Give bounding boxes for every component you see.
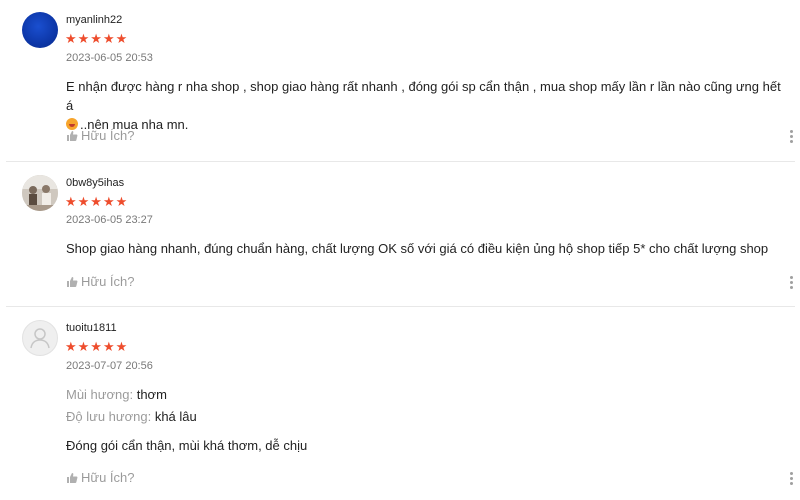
review-comment: Shop giao hàng nhanh, đúng chuẩn hàng, c… <box>66 241 769 256</box>
username[interactable]: 0bw8y5ihas <box>66 177 124 189</box>
more-vertical-icon[interactable] <box>789 472 795 487</box>
star-rating: ★★★★★ <box>65 194 129 209</box>
helpful-label: Hữu Ích? <box>81 128 135 143</box>
helpful-button[interactable]: Hữu Ích? <box>66 128 135 143</box>
helpful-label: Hữu Ích? <box>81 470 135 485</box>
username[interactable]: myanlinh22 <box>66 14 122 26</box>
avatar[interactable] <box>22 12 58 48</box>
review-comment: E nhận được hàng r nha shop , shop giao … <box>66 77 781 134</box>
review-date: 2023-07-07 20:56 <box>66 360 153 372</box>
thumbs-up-icon <box>67 130 78 141</box>
review-comment: Đóng gói cẩn thận, mùi khá thơm, dễ chịu <box>66 438 308 453</box>
avatar[interactable] <box>22 175 58 211</box>
star-rating: ★★★★★ <box>65 31 129 46</box>
attribute-row: Độ lưu hương: khá lâu <box>66 409 197 424</box>
thumbs-up-icon <box>67 276 78 287</box>
attribute-key: Độ lưu hương: <box>66 409 152 424</box>
attribute-value: thơm <box>136 387 167 402</box>
helpful-label: Hữu Ích? <box>81 274 135 289</box>
attribute-value: khá lâu <box>154 409 197 424</box>
user-icon <box>30 328 50 349</box>
attribute-row: Mùi hương: thơm <box>66 387 167 402</box>
avatar[interactable] <box>22 320 58 356</box>
more-vertical-icon[interactable] <box>789 130 795 145</box>
username[interactable]: tuoitu1811 <box>66 322 117 334</box>
divider <box>6 161 795 162</box>
review-date: 2023-06-05 20:53 <box>66 52 153 64</box>
thumbs-up-icon <box>67 472 78 483</box>
divider <box>6 306 795 307</box>
star-rating: ★★★★★ <box>65 339 129 354</box>
attribute-key: Mùi hương: <box>66 387 134 402</box>
avatar-photo <box>22 175 58 211</box>
review-date: 2023-06-05 23:27 <box>66 214 153 226</box>
more-vertical-icon[interactable] <box>789 276 795 291</box>
comment-line: E nhận được hàng r nha shop , shop giao … <box>66 79 781 113</box>
helpful-button[interactable]: Hữu Ích? <box>66 274 135 289</box>
helpful-button[interactable]: Hữu Ích? <box>66 470 135 485</box>
